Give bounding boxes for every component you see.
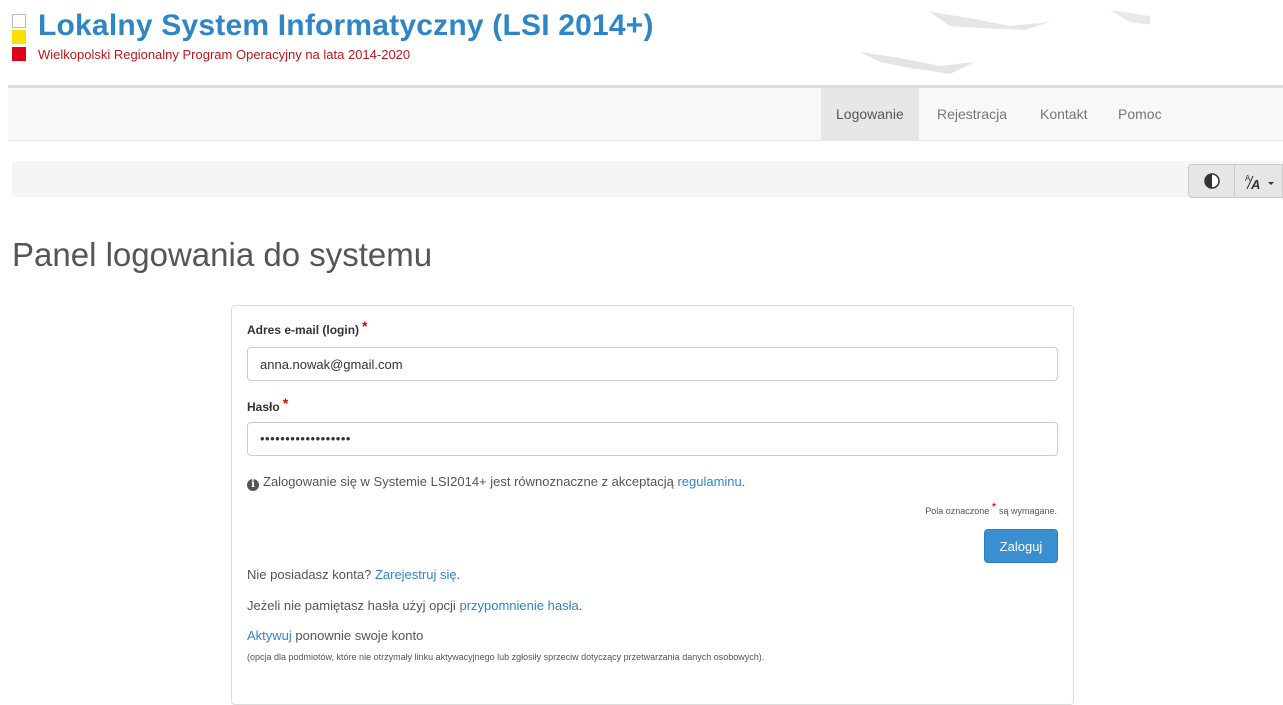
required-mark: *	[362, 318, 368, 334]
forgot-password-link[interactable]: przypomnienie hasła	[459, 598, 578, 613]
accessibility-toolbar	[12, 161, 1283, 197]
header: Lokalny System Informatyczny (LSI 2014+)…	[0, 0, 1283, 86]
register-link[interactable]: Zarejestruj się	[375, 567, 457, 582]
activate-note: (opcja dla podmiotów, które nie otrzymał…	[247, 652, 765, 662]
decorative-stars-icon	[860, 10, 1150, 74]
app-title: Lokalny System Informatyczny (LSI 2014+)	[38, 9, 654, 42]
font-size-button[interactable]: A A	[1235, 164, 1283, 198]
flag-white-square	[12, 14, 26, 28]
terms-info: i Zalogowanie się w Systemie LSI2014+ jes…	[247, 474, 745, 491]
forgot-password-line: Jeżeli nie pamiętasz hasła użyj opcji pr…	[247, 598, 583, 613]
nav-kontakt[interactable]: Kontakt	[1025, 88, 1102, 140]
register-line: Nie posiadasz konta? Zarejestruj się.	[247, 567, 461, 582]
contrast-button[interactable]	[1188, 164, 1235, 198]
terms-link[interactable]: regulaminu	[677, 474, 741, 489]
svg-text:A: A	[1250, 177, 1260, 191]
password-input[interactable]: ••••••••••••••••••	[247, 422, 1058, 456]
info-circle-icon: i	[247, 479, 259, 491]
required-mark: *	[282, 395, 289, 411]
nav-logowanie[interactable]: Logowanie	[821, 88, 919, 140]
login-button[interactable]: Zaloguj	[984, 529, 1058, 563]
contrast-icon	[1204, 173, 1220, 189]
activate-line: Aktywuj ponownie swoje konto	[247, 628, 424, 643]
nav-rejestracja[interactable]: Rejestracja	[922, 88, 1022, 140]
activate-link[interactable]: Aktywuj	[247, 628, 292, 643]
page-title: Panel logowania do systemu	[12, 236, 433, 273]
navbar: Logowanie Rejestracja Kontakt Pomoc	[8, 88, 1283, 141]
flag-red-square	[12, 47, 26, 61]
app-subtitle: Wielkopolski Regionalny Program Operacyj…	[38, 47, 411, 62]
required-fields-note: Pola oznaczone * są wymagane.	[925, 500, 1057, 516]
flag-yellow-square	[12, 30, 26, 44]
email-label: Adres e-mail (login) *	[247, 318, 368, 337]
email-input[interactable]	[247, 347, 1058, 381]
font-size-icon: A A	[1245, 174, 1274, 191]
password-label: Hasło *	[247, 395, 289, 414]
nav-pomoc[interactable]: Pomoc	[1103, 88, 1177, 140]
